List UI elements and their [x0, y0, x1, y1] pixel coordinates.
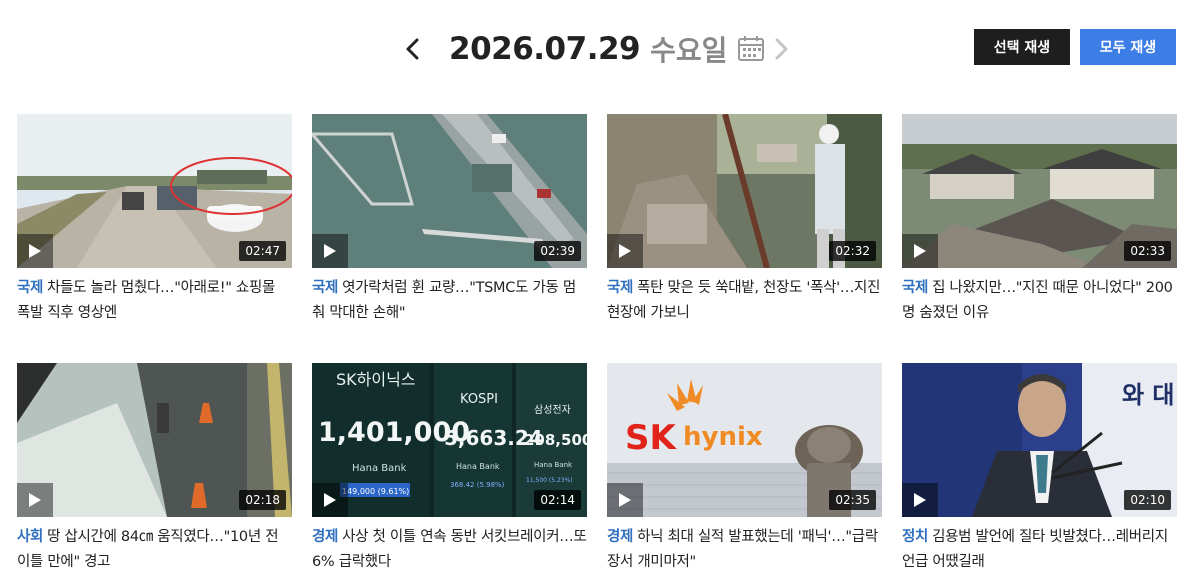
video-title[interactable]: 국제 집 나왔지만…"지진 때문 아니었다" 200명 숨졌던 이유	[902, 276, 1177, 326]
title-text[interactable]: 차들도 놀라 멈췄다…"아래로!" 쇼핑몰 폭발 직후 영상엔	[17, 280, 275, 321]
title-text[interactable]: 땅 삽시간에 84㎝ 움직였다…"10년 전 이틀 만에" 경고	[17, 529, 279, 570]
video-duration: 02:14	[534, 490, 581, 510]
category-label[interactable]: 경제	[607, 529, 633, 545]
bank-label-3: Hana Bank	[534, 461, 573, 469]
video-duration: 02:32	[829, 241, 876, 261]
video-duration: 02:39	[534, 241, 581, 261]
bank-label-1: Hana Bank	[352, 463, 407, 474]
play-icon[interactable]	[17, 234, 53, 268]
stock-label-sk: SK하이닉스	[336, 370, 416, 389]
video-thumbnail[interactable]: 와 대 02:10	[902, 363, 1177, 517]
video-card[interactable]: 와 대 02:10 정치 김용범 발언에 질타 빗발쳤다…레버리지 언급 어땠길래	[902, 363, 1177, 575]
weekday-text: 수요일	[650, 34, 728, 67]
stock-change-kospi: 368.42 (5.98%)	[450, 481, 505, 489]
category-label[interactable]: 경제	[312, 529, 338, 545]
video-title[interactable]: 사회 땅 삽시간에 84㎝ 움직였다…"10년 전 이틀 만에" 경고	[17, 525, 292, 575]
play-icon[interactable]	[312, 234, 348, 268]
video-title[interactable]: 국제 엿가락처럼 휜 교량…"TSMC도 가동 멈춰 막대한 손해"	[312, 276, 587, 326]
stock-label-kospi: KOSPI	[460, 392, 498, 407]
category-label[interactable]: 국제	[607, 280, 633, 296]
play-icon[interactable]	[607, 483, 643, 517]
video-card[interactable]: 02:47 국제 차들도 놀라 멈췄다…"아래로!" 쇼핑몰 폭발 직후 영상엔	[17, 114, 292, 326]
bank-label-2: Hana Bank	[456, 462, 500, 471]
video-duration: 02:47	[239, 241, 286, 261]
title-text[interactable]: 하닉 최대 실적 발표했는데 '패닉'…"급락장서 개미마저"	[607, 529, 878, 570]
select-play-button[interactable]: 선택 재생	[974, 29, 1070, 65]
video-title[interactable]: 국제 폭탄 맞은 듯 쑥대밭, 천장도 '폭삭'…지진 현장에 가보니	[607, 276, 882, 326]
stock-change-samsung: 11,500 (5.23%)	[526, 477, 573, 484]
title-text[interactable]: 집 나왔지만…"지진 때문 아니었다" 200명 숨졌던 이유	[902, 280, 1173, 321]
chevron-left-icon	[406, 38, 419, 60]
stock-label-samsung: 삼성전자	[534, 404, 571, 416]
video-thumbnail[interactable]: 02:39	[312, 114, 587, 268]
title-text[interactable]: 엿가락처럼 휜 교량…"TSMC도 가동 멈춰 막대한 손해"	[312, 280, 576, 321]
play-icon[interactable]	[17, 483, 53, 517]
calendar-icon[interactable]	[737, 35, 765, 63]
video-card[interactable]: 02:33 국제 집 나왔지만…"지진 때문 아니었다" 200명 숨졌던 이유	[902, 114, 1177, 326]
play-icon[interactable]	[902, 234, 938, 268]
video-title[interactable]: 정치 김용범 발언에 질타 빗발쳤다…레버리지 언급 어땠길래	[902, 525, 1177, 575]
play-icon[interactable]	[902, 483, 938, 517]
title-text[interactable]: 사상 첫 이틀 연속 동반 서킷브레이커…또 6% 급락했다	[312, 529, 587, 570]
video-duration: 02:35	[829, 490, 876, 510]
category-label[interactable]: 정치	[902, 529, 928, 545]
date-display: 2026.07.29 수요일	[449, 28, 765, 70]
logo-hynix: hynix	[683, 422, 763, 452]
title-text[interactable]: 김용범 발언에 질타 빗발쳤다…레버리지 언급 어땠길래	[902, 529, 1168, 570]
video-card[interactable]: 02:39 국제 엿가락처럼 휜 교량…"TSMC도 가동 멈춰 막대한 손해"	[312, 114, 587, 326]
chevron-right-icon	[775, 38, 788, 60]
video-thumbnail[interactable]: SK하이닉스 1,401,000 Hana Bank 149,000 (9.61…	[312, 363, 587, 517]
category-label[interactable]: 국제	[17, 280, 43, 296]
category-label[interactable]: 국제	[312, 280, 338, 296]
video-card[interactable]: SK hynix 02:35 경제 하닉 최대 실적 발표했는데 '패닉'…"급락…	[607, 363, 882, 575]
video-title[interactable]: 국제 차들도 놀라 멈췄다…"아래로!" 쇼핑몰 폭발 직후 영상엔	[17, 276, 292, 326]
video-thumbnail[interactable]: 02:18	[17, 363, 292, 517]
play-icon[interactable]	[312, 483, 348, 517]
video-card[interactable]: SK하이닉스 1,401,000 Hana Bank 149,000 (9.61…	[312, 363, 587, 575]
previous-day-button[interactable]	[398, 34, 428, 64]
stock-change-sk: 149,000 (9.61%)	[342, 487, 409, 496]
video-thumbnail[interactable]: 02:32	[607, 114, 882, 268]
video-thumbnail[interactable]: 02:47	[17, 114, 292, 268]
stock-value-samsung: 208,500	[524, 431, 587, 449]
video-duration: 02:10	[1124, 490, 1171, 510]
video-duration: 02:18	[239, 490, 286, 510]
video-thumbnail[interactable]: 02:33	[902, 114, 1177, 268]
logo-sk: SK	[625, 418, 677, 458]
next-day-button[interactable]	[766, 34, 796, 64]
video-title[interactable]: 경제 하닉 최대 실적 발표했는데 '패닉'…"급락장서 개미마저"	[607, 525, 882, 575]
podium-sign-text: 와 대	[1122, 381, 1175, 409]
play-all-button[interactable]: 모두 재생	[1080, 29, 1176, 65]
date-text: 2026.07.29	[449, 31, 641, 67]
video-card[interactable]: 02:18 사회 땅 삽시간에 84㎝ 움직였다…"10년 전 이틀 만에" 경고	[17, 363, 292, 575]
video-thumbnail[interactable]: SK hynix 02:35	[607, 363, 882, 517]
video-title[interactable]: 경제 사상 첫 이틀 연속 동반 서킷브레이커…또 6% 급락했다	[312, 525, 587, 575]
title-text[interactable]: 폭탄 맞은 듯 쑥대밭, 천장도 '폭삭'…지진 현장에 가보니	[607, 280, 880, 321]
play-icon[interactable]	[607, 234, 643, 268]
category-label[interactable]: 국제	[902, 280, 928, 296]
video-card[interactable]: 02:32 국제 폭탄 맞은 듯 쑥대밭, 천장도 '폭삭'…지진 현장에 가보니	[607, 114, 882, 326]
video-duration: 02:33	[1124, 241, 1171, 261]
date-navigation: 2026.07.29 수요일 선택 재생 모두 재생	[0, 28, 1200, 70]
category-label[interactable]: 사회	[17, 529, 43, 545]
